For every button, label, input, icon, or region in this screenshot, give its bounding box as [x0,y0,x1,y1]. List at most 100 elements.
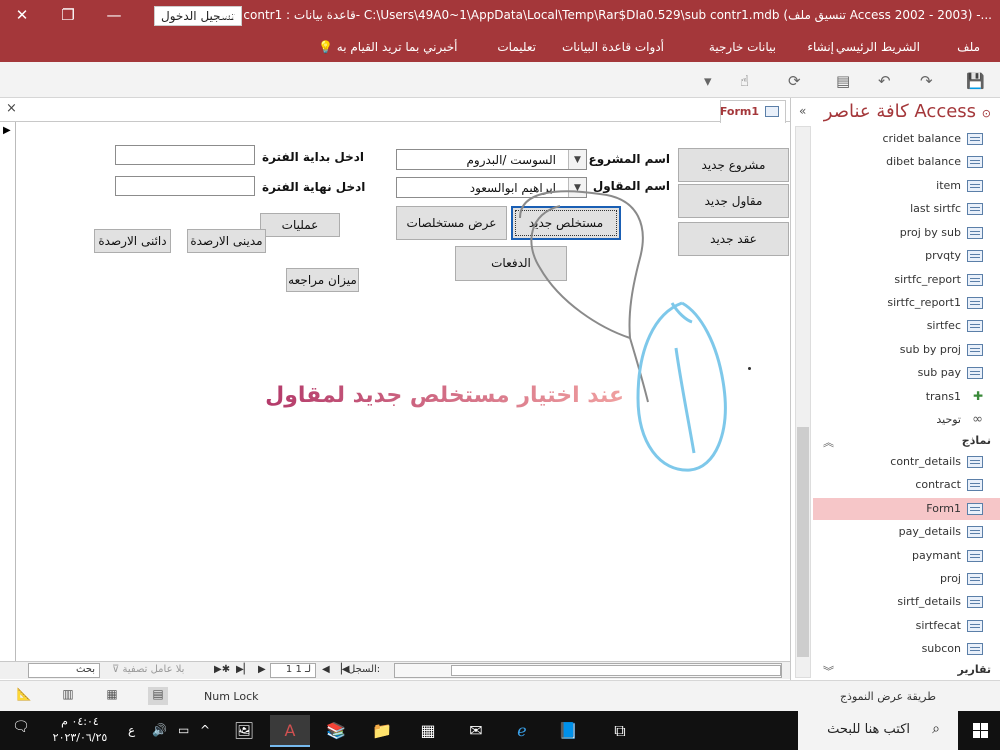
nav-form-item[interactable]: sirtfecat [813,615,1000,637]
nav-query-item[interactable]: item [813,175,1000,197]
collapse-nav-icon[interactable]: « [799,104,806,118]
relationship-icon: ∞ [972,412,983,427]
taskbar-search[interactable]: ⌕ اكتب هنا للبحث [798,711,958,750]
menu-home[interactable]: الشريط الرئيسي [836,40,920,54]
mail-icon[interactable]: ✉ [456,715,496,747]
print-preview-icon[interactable]: ▤ [836,72,850,90]
photos-icon[interactable]: 🖼 [224,715,264,747]
customize-qat-icon[interactable]: ▾ [704,72,712,90]
file-explorer-icon[interactable]: 📁 [362,715,402,747]
query-icon [967,320,983,332]
nav-relationship-item[interactable]: توحيد ∞ [813,409,1000,431]
refresh-icon[interactable]: ⟳ [788,72,801,90]
calculator-icon[interactable]: ▦ [408,715,448,747]
nav-query-item[interactable]: sub pay [813,362,1000,384]
nav-query-item[interactable]: last sirtfc [813,198,1000,220]
nav-query-item[interactable]: sub by proj [813,339,1000,361]
nav-form-item[interactable]: sirtf_details [813,591,1000,613]
nav-query-item[interactable]: prvqty [813,245,1000,267]
battery-icon[interactable]: ▭ [178,723,189,737]
nav-form-item[interactable]: subcon [813,638,1000,660]
close-window-button[interactable]: ✕ [12,6,32,24]
query-icon [967,297,983,309]
nav-query-item[interactable]: sirtfc_report1 [813,292,1000,314]
edge-icon[interactable]: ℯ [502,715,542,747]
horizontal-scrollbar[interactable] [394,663,782,678]
nav-form-item[interactable]: contract [813,474,1000,496]
query-icon [967,227,983,239]
nav-query-item[interactable]: dibet balance [813,151,1000,173]
winrar-icon[interactable]: 📚 [316,715,356,747]
annotation-scribbles [519,190,727,472]
taskbar: ⌕ اكتب هنا للبحث ⧉ 📘 ℯ ✉ ▦ 📁 📚 A 🖼 ^ ▭ 🔊… [0,711,1000,750]
menu-create[interactable]: إنشاء [807,40,834,54]
form-icon [967,596,983,608]
notification-icon[interactable]: 🗨 [12,719,30,735]
query-icon [967,133,983,145]
view-name: طريقة عرض النموذج [839,690,936,703]
menu-external-data[interactable]: بيانات خارجية [709,40,776,54]
blue-scribble [636,301,727,472]
minimize-window-button[interactable]: — [104,6,124,24]
taskbar-clock[interactable]: ٠٤:٠٤ م ٢٠٢٣/٠٦/٢٥ [40,714,120,746]
nav-query-item[interactable]: sirtfec [813,315,1000,337]
form-icon [967,643,983,655]
nav-form-item[interactable]: pay_details [813,521,1000,543]
design-view-icon[interactable]: 📐 [14,687,34,705]
nav-title: كافة عناصر Access [823,101,977,122]
nav-form-item[interactable]: contr_details [813,451,1000,473]
query-icon [967,344,983,356]
nav-scroll-thumb[interactable] [797,427,809,657]
form-view-icon[interactable]: ▤ [148,687,168,705]
nav-form-item-selected[interactable]: Form1 [813,498,1000,520]
nav-query-item[interactable]: proj by sub [813,222,1000,244]
access-app-icon[interactable]: A [270,715,310,747]
query-icon [967,156,983,168]
nav-query-item[interactable]: sirtfc_report [813,269,1000,291]
menu-help[interactable]: تعليمات [497,40,536,54]
form-icon [967,573,983,585]
nav-group-reports[interactable]: ︾ تقارير [813,660,1000,680]
filter-icon: ⊽ [112,664,120,675]
chevron-down-icon[interactable]: ⊙ [982,107,991,120]
undo-icon[interactable]: ↶ [878,72,891,90]
prev-record-nav[interactable]: ◀ [322,664,330,675]
record-search-input[interactable]: بحث [28,663,100,678]
restore-window-button[interactable]: ❐ [58,6,78,24]
form-icon [967,456,983,468]
task-view-icon[interactable]: ⧉ [600,715,640,747]
input-language[interactable]: ع [128,723,135,737]
nav-macro-item[interactable]: trans1 ✚ [813,386,1000,408]
layout-view-icon[interactable]: ▥ [58,687,78,705]
h-scroll-thumb[interactable] [451,665,781,676]
datasheet-view-icon[interactable]: ▦ [102,687,122,705]
query-icon [967,250,983,262]
nav-scrollbar[interactable] [795,126,811,678]
tray-chevron-icon[interactable]: ^ [200,723,210,737]
redo-icon[interactable]: ↷ [920,72,933,90]
form-icon [967,503,983,515]
new-record-nav[interactable]: ▶✱ [214,664,230,675]
touch-mode-icon[interactable]: ☝ [740,72,749,90]
current-record-input[interactable]: 1 لـ 1 [270,663,316,678]
chevron-down-icon: ︾ [823,665,834,678]
start-button[interactable] [956,711,1000,750]
last-record-nav[interactable]: ▶▏ [236,664,251,675]
volume-icon[interactable]: 🔊 [152,723,167,737]
nav-query-item[interactable]: cridet balance [813,128,1000,150]
gray-scribble [519,190,649,403]
lightbulb-icon: 💡 [318,40,333,54]
next-record-nav[interactable]: ▶ [258,664,266,675]
filter-status[interactable]: ⊽ بلا عامل تصفية [112,664,184,675]
nav-form-item[interactable]: paymant [813,545,1000,567]
title-bar: ✕ ❐ — تسجيل الدخول sub contr1 : قاعدة بي… [0,0,1000,32]
menu-database-tools[interactable]: أدوات قاعدة البيانات [562,40,664,54]
notes-app-icon[interactable]: 📘 [548,715,588,747]
nav-header[interactable]: « كافة عناصر Access ⊙ [791,98,1000,126]
tell-me-search[interactable]: 💡 أخبرني بما تريد القيام به [318,40,457,54]
save-icon[interactable]: 💾 [966,72,985,90]
nav-group-forms[interactable]: ︽ نماذج [813,431,1000,451]
ribbon-tabs: ملف الشريط الرئيسي إنشاء بيانات خارجية أ… [0,32,1000,62]
menu-file[interactable]: ملف [957,40,980,54]
nav-form-item[interactable]: proj [813,568,1000,590]
